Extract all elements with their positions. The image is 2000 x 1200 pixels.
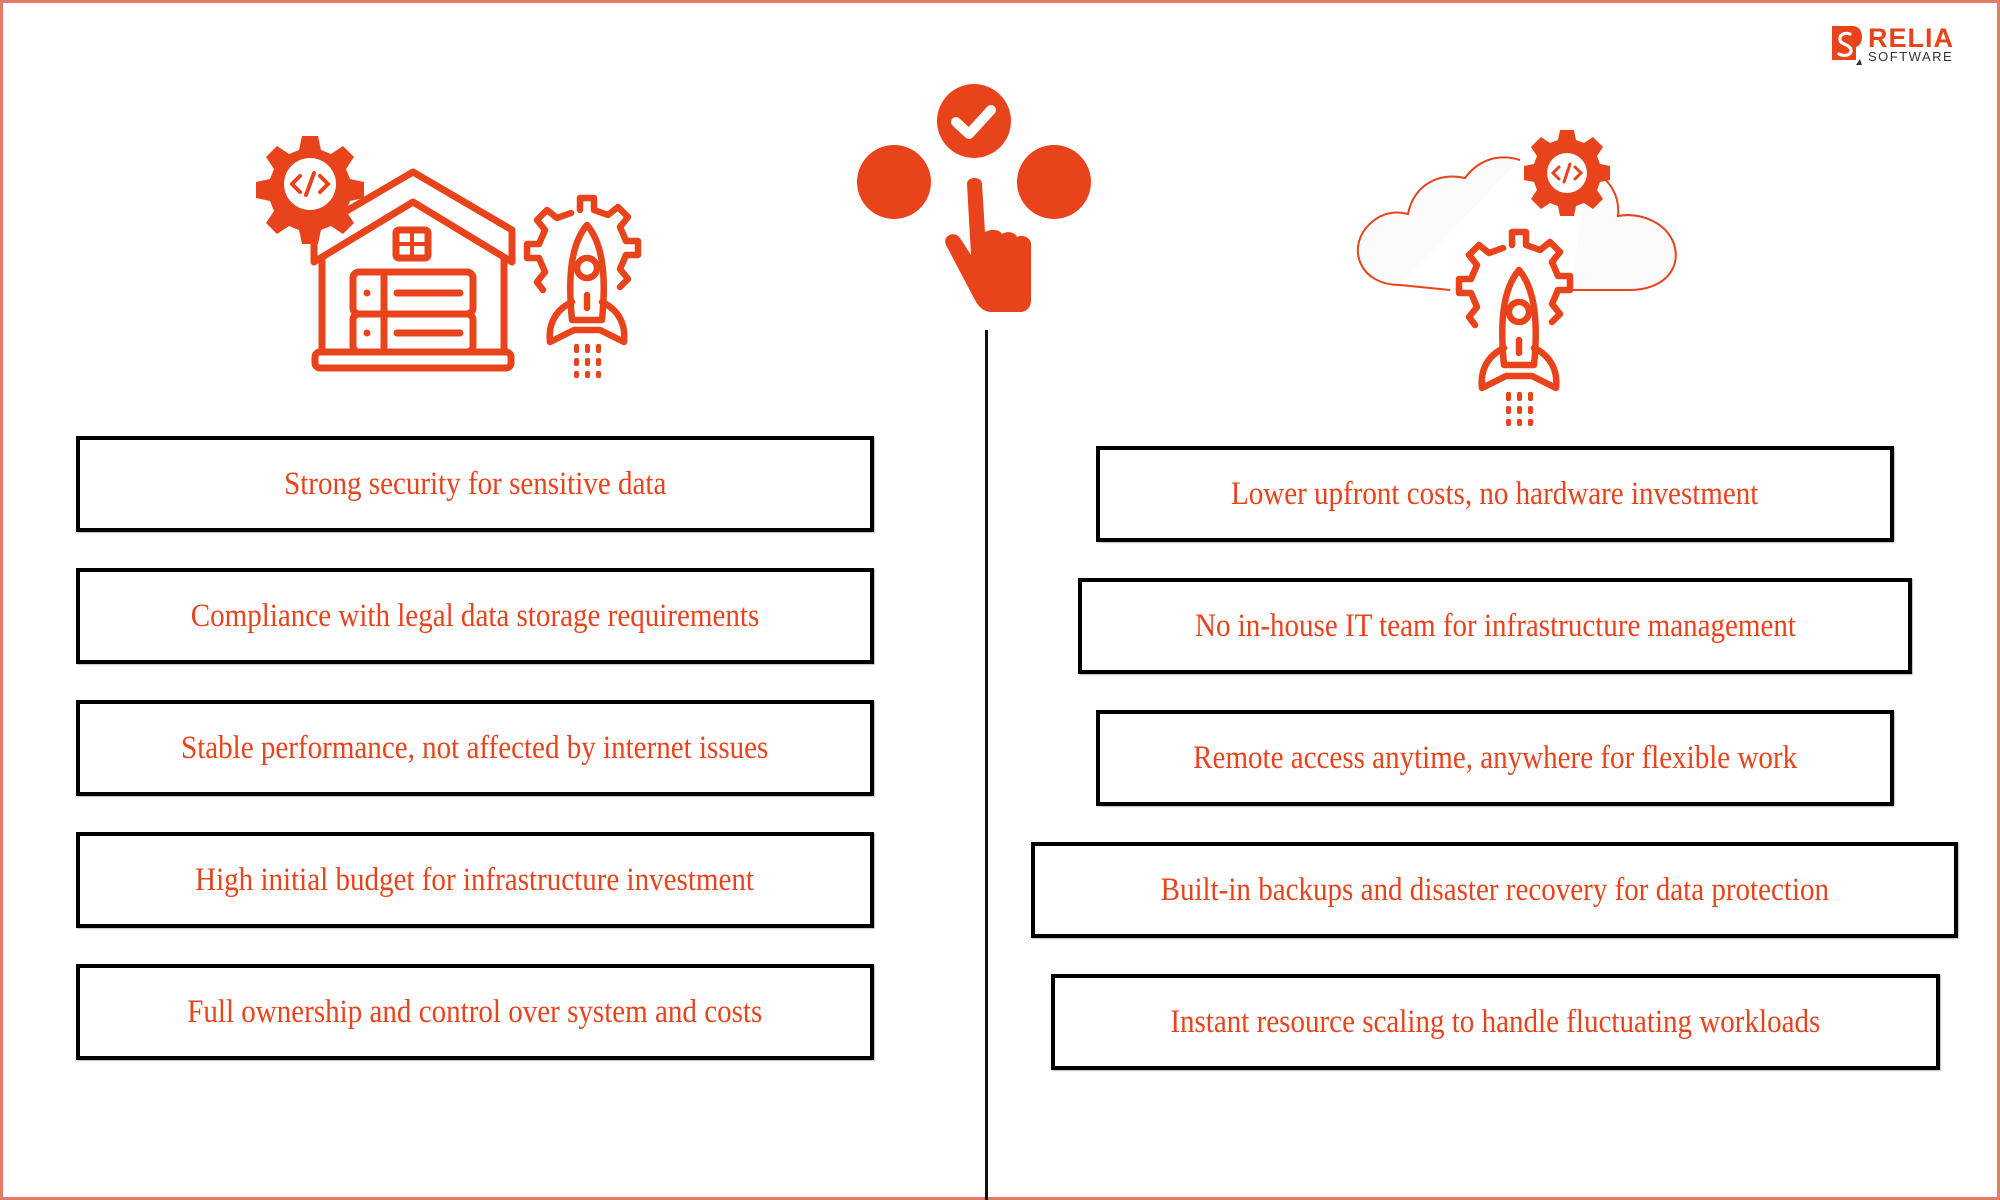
relia-logo-mark-icon bbox=[1832, 26, 1862, 65]
code-gear-icon bbox=[1524, 130, 1610, 216]
on-premise-icon bbox=[256, 136, 642, 378]
right-item: Remote access anytime, anywhere for flex… bbox=[1096, 710, 1894, 806]
left-item: High initial budget for infrastructure i… bbox=[76, 832, 874, 928]
right-item: Built-in backups and disaster recovery f… bbox=[1031, 842, 1958, 938]
pointing-hand-icon bbox=[945, 178, 1031, 312]
right-item-label: Instant resource scaling to handle fluct… bbox=[1170, 1003, 1821, 1040]
rocket-gear-icon bbox=[1455, 228, 1574, 392]
left-item: Stable performance, not affected by inte… bbox=[76, 700, 874, 796]
option-circle-right bbox=[1017, 145, 1091, 219]
left-item: Strong security for sensitive data bbox=[76, 436, 874, 532]
option-circle-left bbox=[857, 145, 931, 219]
column-divider bbox=[985, 330, 988, 1200]
right-item: Instant resource scaling to handle fluct… bbox=[1051, 974, 1940, 1070]
left-item-label: Full ownership and control over system a… bbox=[187, 993, 763, 1030]
right-item: No in-house IT team for infrastructure m… bbox=[1078, 578, 1912, 674]
left-item-label: High initial budget for infrastructure i… bbox=[195, 861, 755, 898]
rocket-gear-icon bbox=[523, 194, 642, 346]
code-gear-icon bbox=[256, 136, 364, 244]
logo-subtitle: SOFTWARE bbox=[1868, 49, 1954, 64]
logo-wordmark: RELIA bbox=[1868, 23, 1954, 53]
right-item-label: Lower upfront costs, no hardware investm… bbox=[1231, 475, 1759, 512]
right-item-label: No in-house IT team for infrastructure m… bbox=[1194, 607, 1796, 644]
rocket-exhaust-icon bbox=[574, 344, 601, 378]
cloud-computing-icon bbox=[1356, 130, 1677, 426]
hand-selecting-option-icon bbox=[857, 84, 1091, 312]
left-item: Compliance with legal data storage requi… bbox=[76, 568, 874, 664]
rocket-exhaust-icon bbox=[1506, 392, 1533, 426]
left-item-label: Compliance with legal data storage requi… bbox=[190, 597, 760, 634]
left-item: Full ownership and control over system a… bbox=[76, 964, 874, 1060]
right-item: Lower upfront costs, no hardware investm… bbox=[1096, 446, 1894, 542]
right-item-label: Remote access anytime, anywhere for flex… bbox=[1193, 739, 1797, 776]
left-item-label: Strong security for sensitive data bbox=[283, 465, 667, 502]
right-item-label: Built-in backups and disaster recovery f… bbox=[1160, 871, 1829, 908]
left-item-label: Stable performance, not affected by inte… bbox=[181, 729, 769, 766]
selected-option-circle bbox=[937, 84, 1011, 158]
relia-software-logo: RELIA SOFTWARE bbox=[1832, 23, 1972, 66]
